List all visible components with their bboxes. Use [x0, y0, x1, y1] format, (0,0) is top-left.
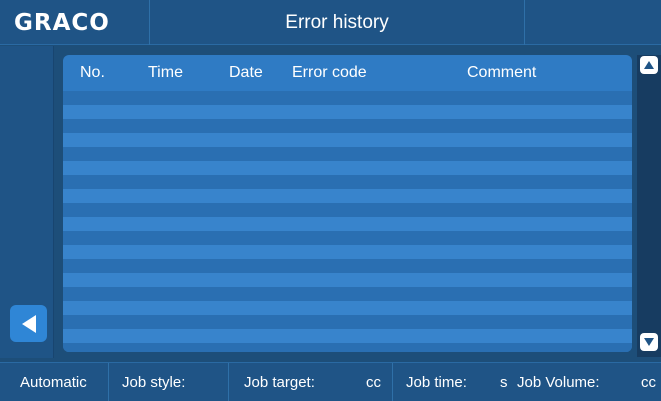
table-row[interactable]: [63, 133, 632, 147]
job-style-label: Job style:: [122, 374, 186, 391]
status-bar: Automatic Job style: Job target: cc Job …: [0, 362, 661, 401]
page-title: Error history: [285, 11, 389, 33]
table-row[interactable]: [63, 91, 632, 105]
logo-cell: GRACO: [0, 0, 150, 45]
column-header-date: Date: [229, 64, 263, 81]
down-arrow-icon: [644, 338, 654, 346]
table-row[interactable]: [63, 189, 632, 203]
job-volume-label: Job Volume:: [517, 374, 600, 391]
scroll-up-button[interactable]: [640, 56, 658, 74]
up-arrow-icon: [644, 61, 654, 69]
status-divider: [228, 363, 229, 401]
table-row[interactable]: [63, 147, 632, 161]
header-right-cell: [524, 0, 661, 45]
graco-logo: GRACO: [14, 9, 110, 36]
job-volume-unit: cc: [641, 374, 656, 391]
table-row[interactable]: [63, 245, 632, 259]
job-time-label: Job time:: [406, 374, 467, 391]
scroll-down-button[interactable]: [640, 333, 658, 351]
header-bar: GRACO Error history: [0, 0, 661, 45]
table-row[interactable]: [63, 217, 632, 231]
mode-label: Automatic: [20, 374, 87, 391]
table-row[interactable]: [63, 343, 632, 352]
status-divider: [392, 363, 393, 401]
scrollbar-track[interactable]: [637, 55, 661, 357]
table-row[interactable]: [63, 315, 632, 329]
column-header-no: No.: [80, 64, 105, 81]
table-row[interactable]: [63, 161, 632, 175]
table-row[interactable]: [63, 231, 632, 245]
job-time-unit: s: [500, 374, 508, 391]
back-button[interactable]: [10, 305, 47, 342]
status-divider: [108, 363, 109, 401]
column-header-error-code: Error code: [292, 64, 367, 81]
column-header-comment: Comment: [467, 64, 537, 81]
job-target-unit: cc: [366, 374, 381, 391]
table-row[interactable]: [63, 273, 632, 287]
table-header: No. Time Date Error code Comment: [63, 55, 632, 91]
table-body: [63, 91, 632, 352]
table-row[interactable]: [63, 301, 632, 315]
left-arrow-icon: [21, 314, 36, 333]
table-row[interactable]: [63, 259, 632, 273]
table-row[interactable]: [63, 105, 632, 119]
table-row[interactable]: [63, 203, 632, 217]
column-header-time: Time: [148, 64, 183, 81]
table-row[interactable]: [63, 287, 632, 301]
error-history-table: No. Time Date Error code Comment: [63, 55, 632, 352]
table-row[interactable]: [63, 119, 632, 133]
job-target-label: Job target:: [244, 374, 315, 391]
table-row[interactable]: [63, 329, 632, 343]
table-row[interactable]: [63, 175, 632, 189]
